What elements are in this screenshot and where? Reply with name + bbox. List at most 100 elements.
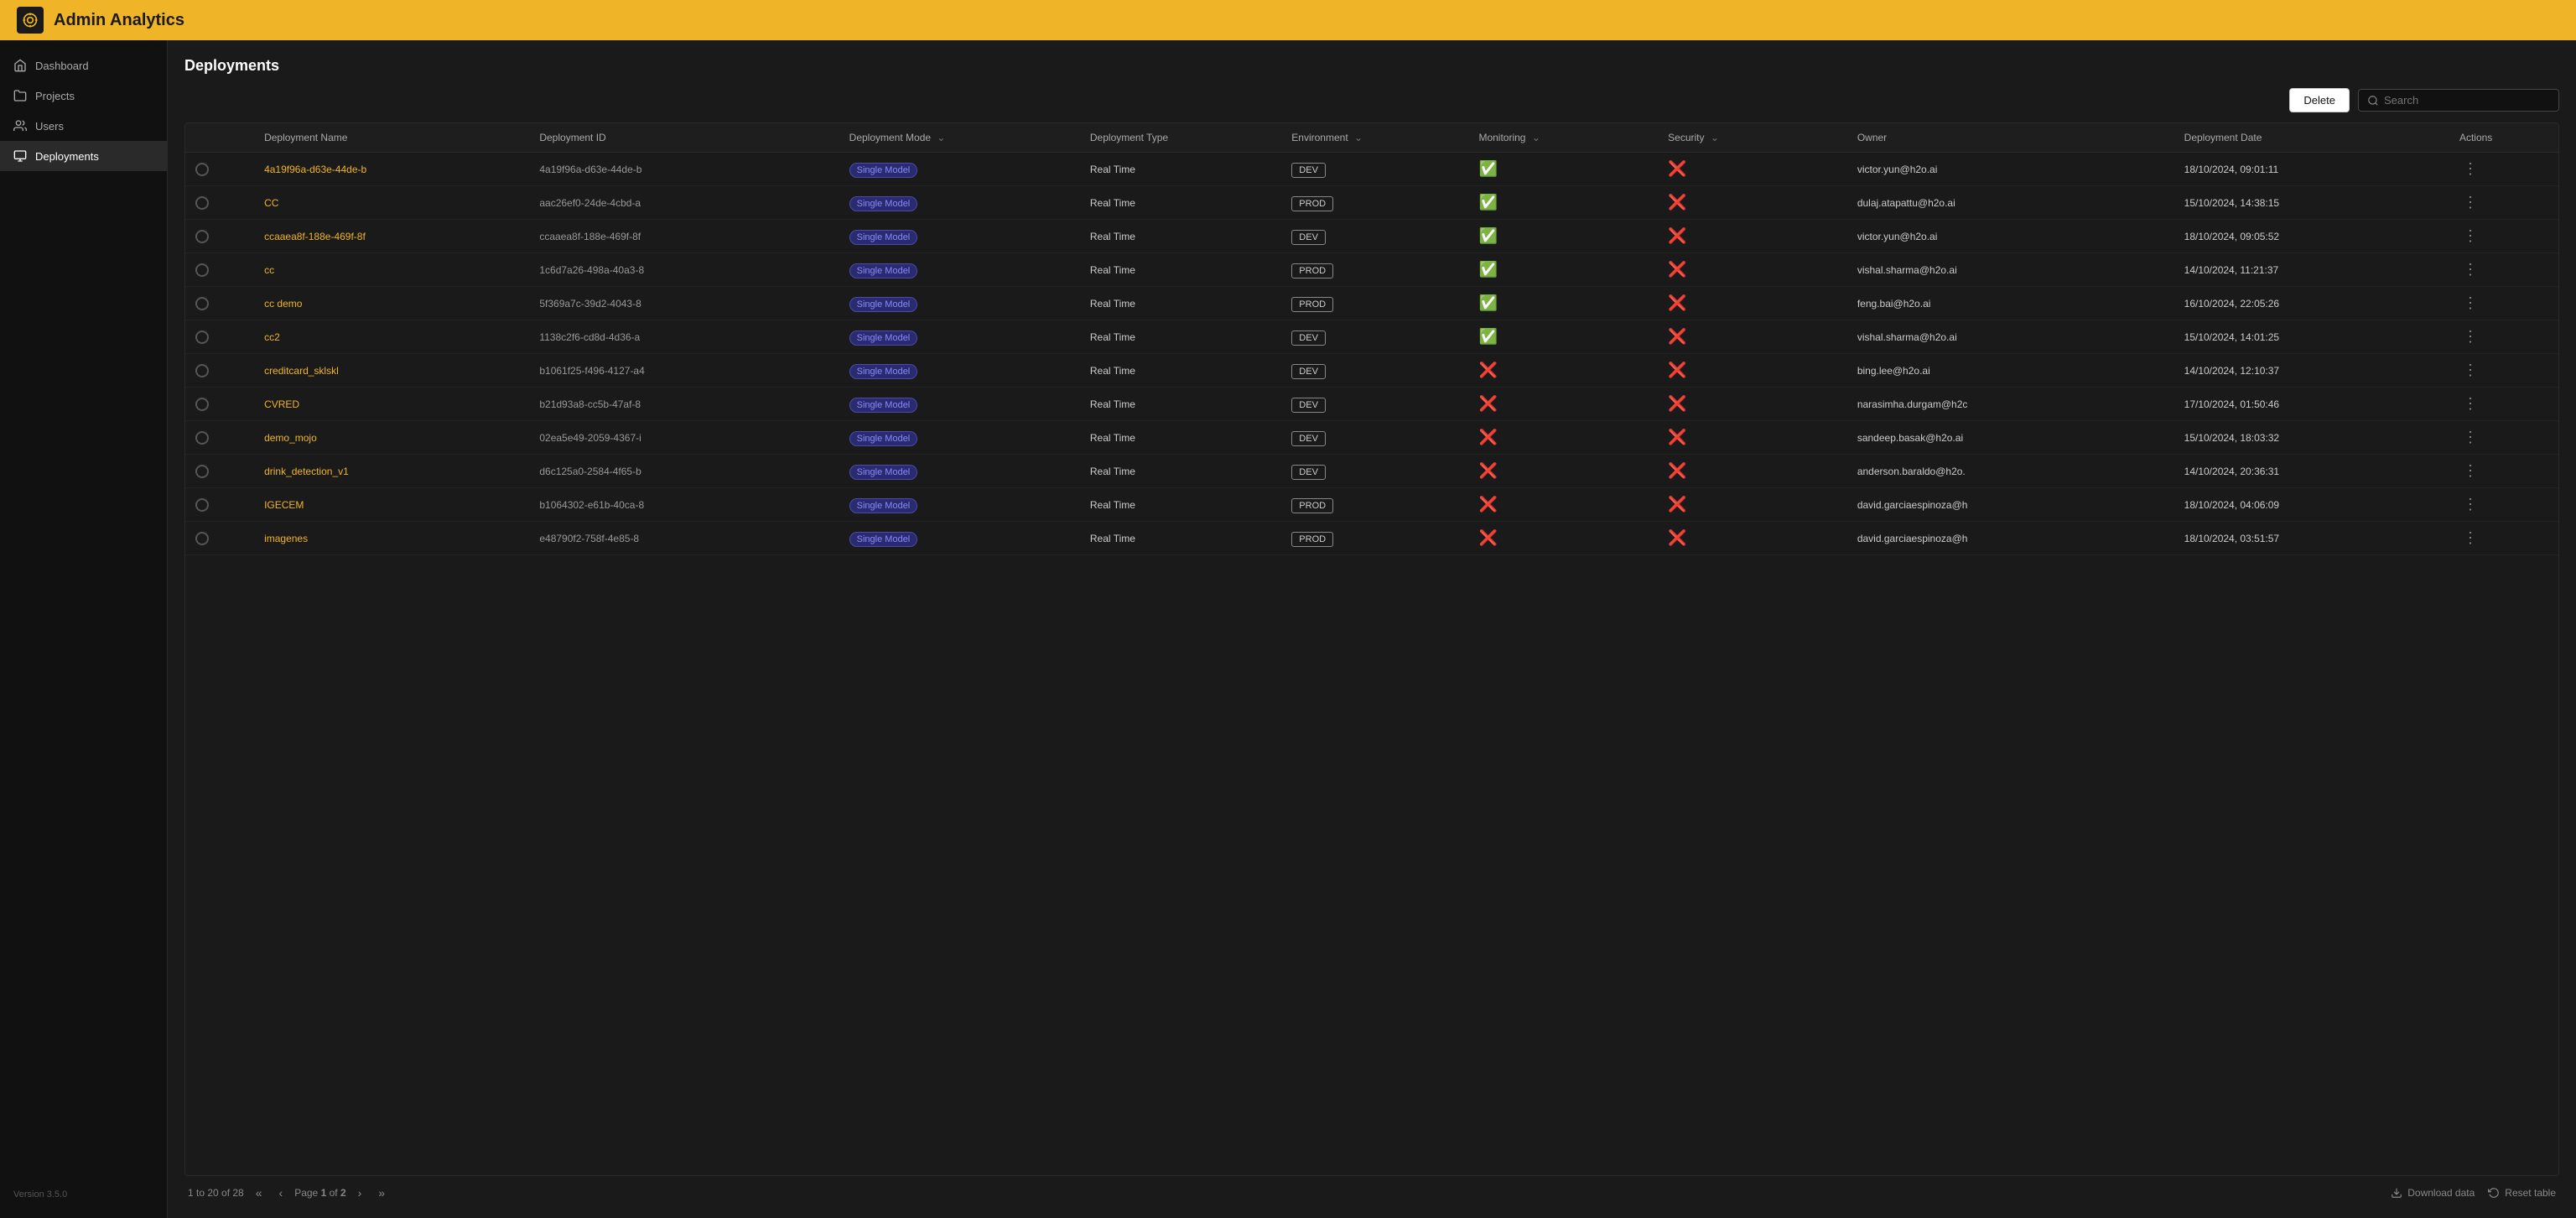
deployment-name-link[interactable]: cc: [264, 264, 274, 276]
row-security: ❌: [1658, 153, 1847, 186]
sidebar-item-dashboard[interactable]: Dashboard: [0, 50, 167, 81]
row-actions[interactable]: ⋮: [2449, 153, 2558, 186]
row-date: 18/10/2024, 03:51:57: [2174, 522, 2449, 555]
prev-page-button[interactable]: ‹: [274, 1184, 288, 1201]
row-actions[interactable]: ⋮: [2449, 388, 2558, 421]
deployment-name-link[interactable]: ccaaea8f-188e-469f-8f: [264, 231, 366, 242]
row-checkbox[interactable]: [185, 220, 254, 253]
col-header-security[interactable]: Security ⌄: [1658, 123, 1847, 153]
sidebar-item-projects[interactable]: Projects: [0, 81, 167, 111]
row-actions-button[interactable]: ⋮: [2459, 496, 2481, 513]
row-actions-button[interactable]: ⋮: [2459, 194, 2481, 211]
env-badge: DEV: [1291, 230, 1326, 245]
row-actions[interactable]: ⋮: [2449, 354, 2558, 388]
pagination: 1 to 20 of 28 « ‹ Page 1 of 2 › »: [188, 1184, 390, 1201]
row-name: ccaaea8f-188e-469f-8f: [254, 220, 529, 253]
app-logo: [17, 7, 44, 34]
col-header-date[interactable]: Deployment Date: [2174, 123, 2449, 153]
security-status: ❌: [1668, 429, 1686, 445]
row-actions-button[interactable]: ⋮: [2459, 362, 2481, 379]
row-checkbox[interactable]: [185, 186, 254, 220]
deployment-name-link[interactable]: CVRED: [264, 398, 299, 410]
col-header-name[interactable]: Deployment Name: [254, 123, 529, 153]
row-checkbox[interactable]: [185, 320, 254, 354]
row-mode: Single Model: [839, 388, 1080, 421]
row-actions-button[interactable]: ⋮: [2459, 227, 2481, 245]
row-actions[interactable]: ⋮: [2449, 488, 2558, 522]
deployment-name-link[interactable]: cc demo: [264, 298, 302, 310]
deployment-name-link[interactable]: CC: [264, 197, 278, 209]
row-checkbox[interactable]: [185, 354, 254, 388]
app-header: Admin Analytics: [0, 0, 2576, 40]
row-actions[interactable]: ⋮: [2449, 220, 2558, 253]
row-name: CC: [254, 186, 529, 220]
table-row: 4a19f96a-d63e-44de-b 4a19f96a-d63e-44de-…: [185, 153, 2558, 186]
mode-badge: Single Model: [849, 532, 918, 547]
row-date: 15/10/2024, 14:01:25: [2174, 320, 2449, 354]
deployment-name-link[interactable]: IGECEM: [264, 499, 304, 511]
col-header-mode[interactable]: Deployment Mode ⌄: [839, 123, 1080, 153]
sidebar-item-deployments[interactable]: Deployments: [0, 141, 167, 171]
deployment-name-link[interactable]: imagenes: [264, 533, 308, 544]
row-checkbox[interactable]: [185, 421, 254, 455]
deployment-name-link[interactable]: demo_mojo: [264, 432, 317, 444]
next-page-button[interactable]: ›: [353, 1184, 367, 1201]
last-page-button[interactable]: »: [373, 1184, 390, 1201]
security-status: ❌: [1668, 529, 1686, 546]
row-type: Real Time: [1080, 455, 1281, 488]
row-checkbox[interactable]: [185, 153, 254, 186]
deployment-name-link[interactable]: drink_detection_v1: [264, 466, 349, 477]
col-header-monitoring[interactable]: Monitoring ⌄: [1468, 123, 1658, 153]
row-checkbox[interactable]: [185, 522, 254, 555]
row-actions-button[interactable]: ⋮: [2459, 294, 2481, 312]
first-page-button[interactable]: «: [251, 1184, 267, 1201]
mode-badge: Single Model: [849, 297, 918, 312]
row-actions[interactable]: ⋮: [2449, 421, 2558, 455]
download-data-button[interactable]: Download data: [2391, 1187, 2475, 1199]
row-actions[interactable]: ⋮: [2449, 320, 2558, 354]
mode-badge: Single Model: [849, 364, 918, 379]
row-actions[interactable]: ⋮: [2449, 522, 2558, 555]
row-actions[interactable]: ⋮: [2449, 455, 2558, 488]
row-checkbox[interactable]: [185, 388, 254, 421]
row-env: DEV: [1281, 153, 1468, 186]
row-checkbox[interactable]: [185, 488, 254, 522]
deployment-name-link[interactable]: creditcard_sklskl: [264, 365, 339, 377]
reset-table-button[interactable]: Reset table: [2488, 1187, 2556, 1199]
deployment-name-link[interactable]: 4a19f96a-d63e-44de-b: [264, 164, 366, 175]
search-input[interactable]: [2384, 94, 2550, 107]
row-actions[interactable]: ⋮: [2449, 253, 2558, 287]
row-checkbox[interactable]: [185, 455, 254, 488]
delete-button[interactable]: Delete: [2289, 88, 2350, 112]
mode-badge: Single Model: [849, 431, 918, 446]
row-checkbox[interactable]: [185, 253, 254, 287]
row-actions-button[interactable]: ⋮: [2459, 395, 2481, 413]
row-owner: victor.yun@h2o.ai: [1847, 153, 2174, 186]
table-header-row: Deployment Name Deployment ID Deployment…: [185, 123, 2558, 153]
monitoring-status: ❌: [1478, 395, 1497, 412]
row-actions-button[interactable]: ⋮: [2459, 328, 2481, 346]
row-name: drink_detection_v1: [254, 455, 529, 488]
col-header-env[interactable]: Environment ⌄: [1281, 123, 1468, 153]
row-actions-button[interactable]: ⋮: [2459, 160, 2481, 178]
mode-badge: Single Model: [849, 498, 918, 513]
home-icon: [13, 59, 27, 72]
col-header-type[interactable]: Deployment Type: [1080, 123, 1281, 153]
col-header-id[interactable]: Deployment ID: [529, 123, 839, 153]
table-row: cc demo 5f369a7c-39d2-4043-8 Single Mode…: [185, 287, 2558, 320]
sidebar-label-users: Users: [35, 120, 64, 133]
row-actions-button[interactable]: ⋮: [2459, 429, 2481, 446]
row-security: ❌: [1658, 388, 1847, 421]
reset-label: Reset table: [2505, 1187, 2556, 1199]
col-header-owner[interactable]: Owner: [1847, 123, 2174, 153]
row-security: ❌: [1658, 320, 1847, 354]
row-checkbox[interactable]: [185, 287, 254, 320]
deployment-name-link[interactable]: cc2: [264, 331, 280, 343]
sidebar-version: Version 3.5.0: [0, 1181, 167, 1208]
row-actions-button[interactable]: ⋮: [2459, 529, 2481, 547]
row-actions[interactable]: ⋮: [2449, 186, 2558, 220]
row-actions[interactable]: ⋮: [2449, 287, 2558, 320]
sidebar-item-users[interactable]: Users: [0, 111, 167, 141]
row-actions-button[interactable]: ⋮: [2459, 462, 2481, 480]
row-actions-button[interactable]: ⋮: [2459, 261, 2481, 278]
